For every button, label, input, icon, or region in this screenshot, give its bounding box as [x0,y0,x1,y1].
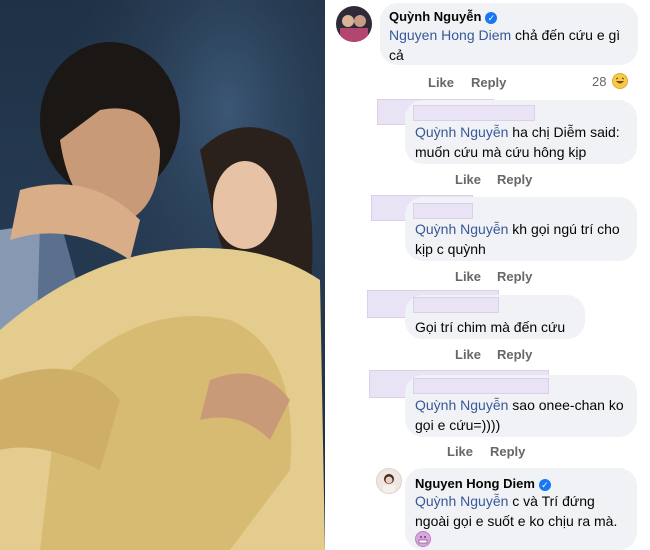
like-button[interactable]: Like [455,172,481,187]
redacted-author-name [413,203,473,219]
comment-text: Quỳnh Nguyễn sao onee-chan ko gọi e cứu=… [415,397,624,433]
like-button[interactable]: Like [455,269,481,284]
mention-link[interactable]: Quỳnh Nguyễn [415,221,508,237]
verified-badge-icon: ✓ [538,479,551,491]
reply-button[interactable]: Reply [497,269,532,284]
redacted-author-name [413,297,499,313]
haha-emoji-icon [612,73,628,89]
grimace-emoji-icon [415,531,431,547]
profile-photo-icon [383,474,395,493]
comment-text: Gọi trí chim mà đến cứu [415,319,566,335]
comment-text: Quỳnh Nguyễn ha chị Diễm said: muốn cứu … [415,124,620,160]
comments-panel: Quỳnh Nguyễn ✓ Nguyen Hong Diem chả đến c… [325,0,650,550]
profile-photo-icon [340,15,368,42]
avatar[interactable] [376,468,402,494]
like-button[interactable]: Like [447,444,473,459]
redacted-author-name [413,378,549,394]
comment-author[interactable]: Nguyen Hong Diem ✓ [415,476,551,491]
comment-text: Quỳnh Nguyễn kh gọi ngú trí cho kịp c qu… [415,221,620,257]
reaction-count[interactable]: 28 [592,74,606,89]
mention-link[interactable]: Quỳnh Nguyễn [415,124,508,140]
mention-link[interactable]: Quỳnh Nguyễn [415,397,508,413]
reply-button[interactable]: Reply [497,347,532,362]
movie-still-photo [0,0,325,550]
mention-link[interactable]: Nguyen Hong Diem [389,27,511,43]
reply-button[interactable]: Reply [471,75,506,90]
reply-button[interactable]: Reply [497,172,532,187]
couple-embrace-image [0,0,325,550]
reply-button[interactable]: Reply [490,444,525,459]
comment-author[interactable]: Quỳnh Nguyễn ✓ [389,9,498,24]
comment-text: Nguyen Hong Diem chả đến cứu e gì cả [389,27,621,63]
like-button[interactable]: Like [455,347,481,362]
mention-link[interactable]: Quỳnh Nguyễn [415,493,508,509]
like-button[interactable]: Like [428,75,454,90]
avatar[interactable] [336,6,372,42]
comment-text: Quỳnh Nguyễn c và Trí đứng ngoài gọi e s… [415,493,618,529]
redacted-author-name [413,105,535,121]
verified-badge-icon: ✓ [485,12,498,24]
